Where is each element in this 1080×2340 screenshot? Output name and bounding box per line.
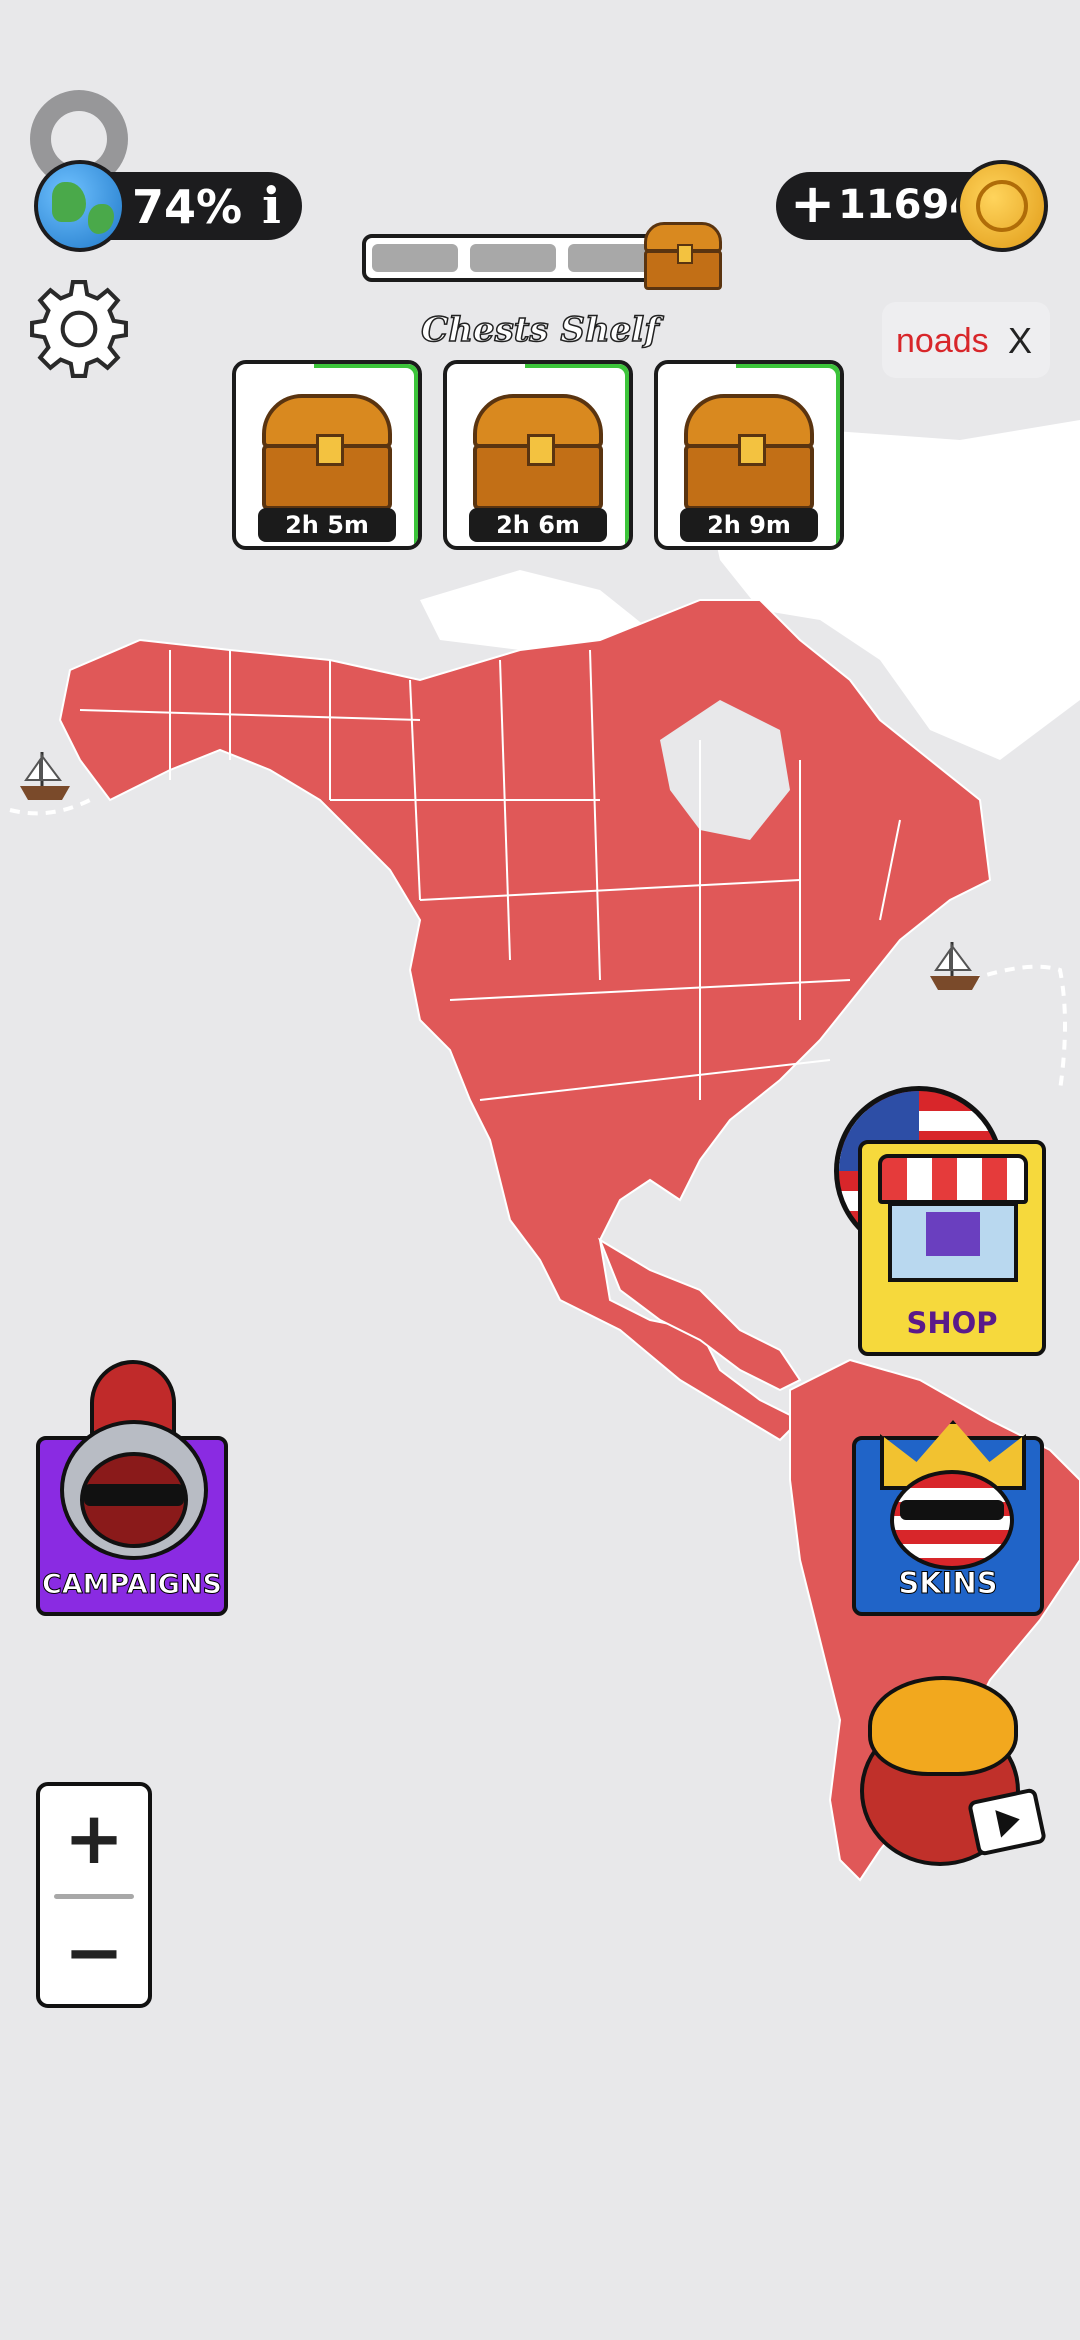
chest-timer: 2h 9m	[680, 508, 818, 542]
noads-close-icon[interactable]: X	[1008, 320, 1032, 362]
settings-gear-icon[interactable]	[28, 278, 130, 380]
chest-slot-3[interactable]: 2h 9m	[654, 360, 844, 550]
route-line	[969, 964, 1067, 1091]
chest-progress-bar	[362, 234, 662, 282]
nuke-ad-button[interactable]	[850, 1676, 1050, 1876]
chest-reward-icon[interactable]	[644, 222, 722, 292]
shop-store-icon	[878, 1154, 1028, 1284]
campaigns-label: CAMPAIGNS	[41, 1569, 223, 1601]
chest-slot-1[interactable]: 2h 5m	[232, 360, 422, 550]
add-coins-icon[interactable]: +	[790, 172, 835, 235]
zoom-divider	[54, 1894, 134, 1899]
zoom-in-button[interactable]: +	[40, 1790, 148, 1886]
chest-timer: 2h 6m	[469, 508, 607, 542]
zoom-out-button[interactable]: −	[40, 1904, 148, 2000]
skins-button[interactable]: SKINS	[852, 1420, 1044, 1616]
shop-button[interactable]: SHOP	[858, 1140, 1046, 1356]
zoom-controls: + −	[36, 1782, 152, 2008]
skins-label: SKINS	[898, 1566, 998, 1601]
chests-shelf-title: Chests Shelf	[420, 309, 659, 351]
chest-timer: 2h 5m	[258, 508, 396, 542]
info-icon[interactable]: i	[262, 176, 281, 235]
chest-slot-2[interactable]: 2h 6m	[443, 360, 633, 550]
chest-icon	[473, 394, 603, 514]
campaigns-button[interactable]: CAMPAIGNS	[36, 1360, 228, 1616]
ship-icon[interactable]	[20, 752, 70, 800]
ship-icon[interactable]	[930, 942, 980, 990]
spartan-helmet-icon	[54, 1360, 214, 1560]
crown-ball-icon	[866, 1400, 1036, 1570]
progress-percent: 74%	[132, 180, 243, 234]
chest-icon	[262, 394, 392, 514]
mushroom-cloud-icon	[868, 1676, 1018, 1776]
shop-label: SHOP	[906, 1306, 998, 1340]
route-line	[9, 798, 91, 816]
globe-icon	[34, 160, 126, 252]
noads-label: noads	[896, 322, 989, 360]
coin-icon	[956, 160, 1048, 252]
chest-icon	[684, 394, 814, 514]
north-america-territory	[58, 599, 992, 1442]
noads-button[interactable]: noads X	[882, 302, 1050, 378]
